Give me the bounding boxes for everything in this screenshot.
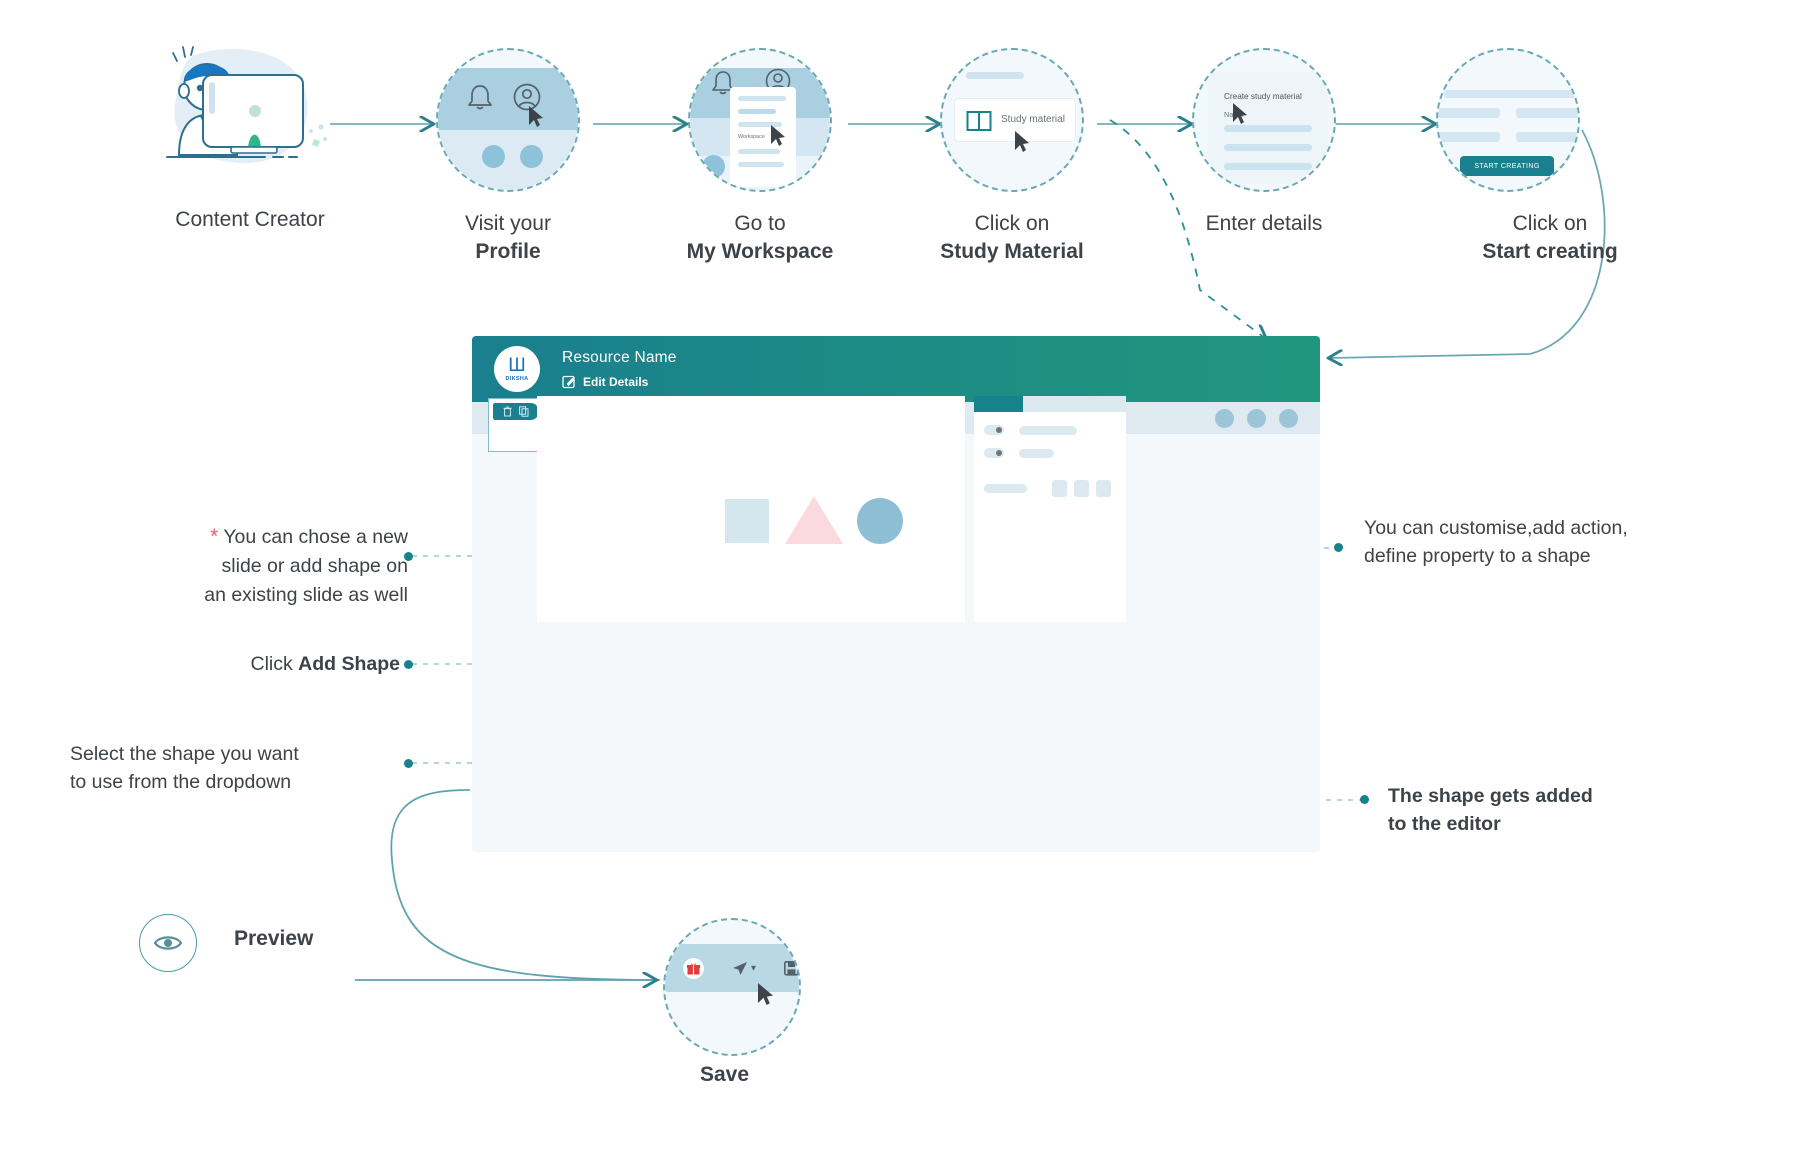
annotation-dropdown-line1: Select the shape you want: [70, 743, 299, 765]
annotation-new-slide: * You can chose a new slide or add shape…: [168, 522, 408, 609]
annotation-customise: You can customise,add action, define pro…: [1364, 514, 1764, 571]
study-material-card-label: Study material: [1001, 114, 1065, 125]
content-creator-illustration: [166, 46, 327, 164]
canvas-circle-shape[interactable]: [857, 498, 903, 544]
annotation-customise-line2: define property to a shape: [1364, 545, 1591, 568]
annotation-dot-add-shape: [404, 660, 413, 669]
annotation-dot-new-slide: [404, 552, 413, 561]
send-icon[interactable]: ▾: [732, 961, 756, 976]
step-study-material-label: Click on Study Material: [940, 212, 1084, 264]
save-toolbar: ▾ x: [665, 944, 799, 992]
properties-tab-active[interactable]: [974, 396, 1023, 412]
annotation-customise-line1: You can customise,add action,: [1364, 517, 1628, 539]
properties-tab-inactive[interactable]: [1023, 396, 1126, 412]
edit-details-link[interactable]: Edit Details: [562, 374, 677, 389]
toolbar-right-tool-1[interactable]: [1215, 408, 1234, 428]
preview-button[interactable]: [139, 914, 197, 972]
toolbar-right-tool-3[interactable]: [1279, 408, 1298, 428]
eye-icon: [154, 936, 182, 950]
editor-canvas[interactable]: [537, 396, 965, 622]
workspace-menu-item[interactable]: Workspace: [738, 134, 765, 140]
annotation-dropdown: Select the shape you want to use from th…: [70, 740, 400, 797]
save-step-circle[interactable]: ▾ x: [663, 918, 801, 1056]
step-start-creating[interactable]: START CREATING: [1436, 48, 1580, 192]
property-button-1[interactable]: [1052, 480, 1067, 497]
pencil-edit-icon: [562, 375, 575, 389]
form-title: Create study material: [1224, 92, 1302, 101]
cursor-icon: [1015, 131, 1029, 152]
annotation-add-shape: Click Add Shape: [150, 650, 400, 678]
canvas-triangle-shape[interactable]: [785, 496, 843, 544]
annotation-new-slide-line1: You can chose a new: [223, 526, 408, 548]
save-label: Save: [700, 1063, 750, 1086]
annotation-dot-shape-added: [1360, 795, 1369, 804]
start-creating-button-label: START CREATING: [1474, 162, 1540, 170]
property-label-2: [1019, 448, 1054, 458]
properties-panel: [974, 396, 1126, 622]
create-study-material-form[interactable]: Create study material Name: [1208, 72, 1328, 184]
edit-details-label: Edit Details: [583, 374, 649, 389]
annotation-add-shape-strong: Add Shape: [298, 653, 400, 675]
annotation-dropdown-line2: to use from the dropdown: [70, 771, 292, 794]
step-my-workspace[interactable]: Workspace: [688, 48, 832, 192]
step-enter-details-label: Enter details: [1205, 212, 1323, 235]
slide-thumbnail-toolbar: [493, 403, 539, 420]
copy-icon[interactable]: [519, 406, 529, 417]
property-label-3: [984, 484, 1027, 493]
floppy-save-icon[interactable]: x: [784, 960, 799, 976]
annotation-add-shape-prefix: Click: [250, 653, 299, 675]
toolbar-right-tool-2[interactable]: [1247, 408, 1266, 428]
property-button-row: [984, 480, 1126, 497]
diksha-logo: Ш DIKSHA: [494, 346, 540, 392]
property-toggle-2[interactable]: [984, 448, 1004, 458]
annotation-dot-customise: [1334, 543, 1343, 552]
property-button-2[interactable]: [1074, 480, 1089, 497]
send-caret-icon[interactable]: ▾: [751, 963, 756, 974]
step-my-workspace-label: Go to My Workspace: [686, 212, 834, 264]
logo-glyph: Ш: [508, 355, 526, 376]
property-button-3[interactable]: [1096, 480, 1111, 497]
step-visit-profile[interactable]: [436, 48, 580, 192]
property-label-1: [1019, 425, 1077, 435]
property-toggle-row-1: [984, 425, 1126, 435]
flow-diagram-canvas: Content Creator Visit your Profile Works…: [0, 0, 1820, 1170]
step-visit-profile-label: Visit your Profile: [465, 212, 551, 264]
gift-icon[interactable]: [683, 957, 704, 979]
required-asterisk: *: [210, 525, 219, 548]
annotation-dot-dropdown: [404, 759, 413, 768]
start-creating-button[interactable]: START CREATING: [1460, 156, 1554, 176]
canvas-square-shape[interactable]: [725, 499, 769, 543]
editor-window: Ш DIKSHA Resource Name Edit Details: [472, 336, 1320, 852]
property-toggle-row-2: [984, 448, 1126, 458]
book-icon: [966, 111, 992, 131]
annotation-shape-added: The shape gets added to the editor: [1388, 782, 1738, 839]
logo-name: DIKSHA: [505, 376, 529, 382]
editor-header: Ш DIKSHA Resource Name Edit Details: [472, 336, 1320, 402]
cursor-icon: [771, 125, 785, 146]
annotation-shape-added-line2: to the editor: [1388, 813, 1501, 836]
annotation-new-slide-line3: an existing slide as well: [204, 583, 408, 606]
bell-icon: [468, 85, 492, 110]
property-toggle-1[interactable]: [984, 425, 1004, 435]
step-start-creating-label: Click on Start creating: [1482, 212, 1618, 264]
annotation-new-slide-line2: slide or add shape on: [221, 555, 408, 578]
cursor-icon: [1233, 103, 1247, 124]
step-study-material[interactable]: Study material: [940, 48, 1084, 192]
cursor-icon: [529, 106, 543, 127]
trash-icon[interactable]: [503, 406, 512, 417]
properties-tabs: [974, 396, 1126, 412]
annotation-shape-added-line1: The shape gets added: [1388, 785, 1593, 807]
resource-name-title: Resource Name: [562, 349, 677, 366]
preview-label: Preview: [234, 927, 314, 950]
cursor-icon: [758, 983, 773, 1005]
persona-label: Content Creator: [175, 208, 325, 231]
step-enter-details[interactable]: Create study material Name: [1192, 48, 1336, 192]
